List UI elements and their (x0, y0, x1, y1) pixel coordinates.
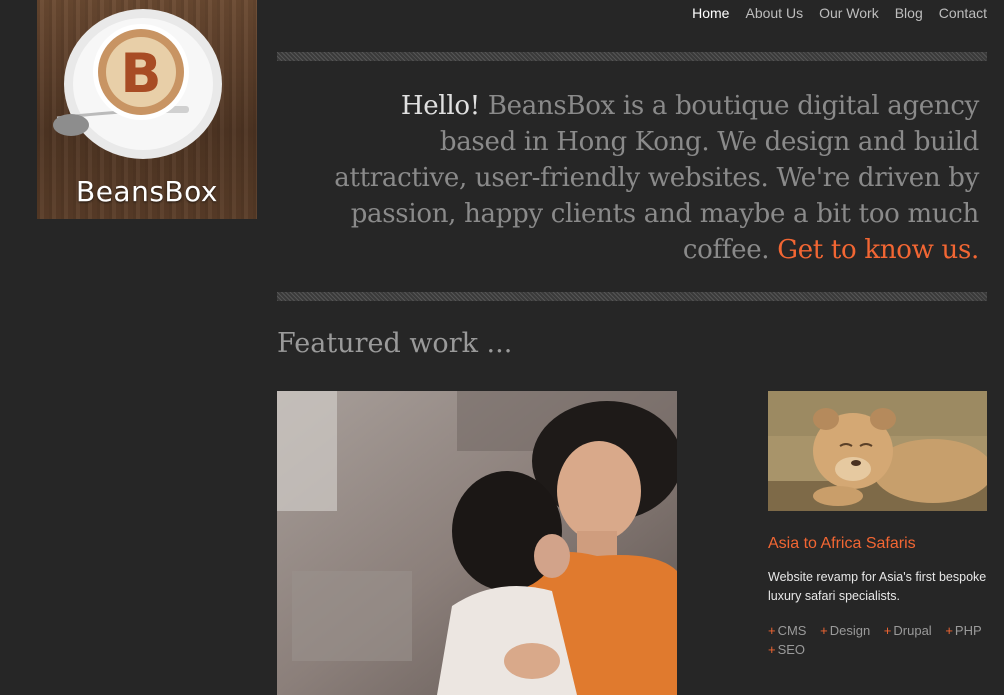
project-tags: + CMS + Design + Drupal + PHP + SEO (768, 621, 993, 659)
tag-php[interactable]: + PHP (945, 623, 981, 638)
hatched-divider (277, 292, 987, 301)
intro-hello: Hello! (400, 91, 480, 121)
plus-icon: + (820, 623, 828, 638)
project-description: Website revamp for Asia's first bespoke … (768, 570, 987, 603)
project-thumbnail[interactable] (768, 391, 987, 511)
hatched-divider (277, 52, 987, 61)
mother-baby-photo (277, 391, 677, 695)
logo-mark: B (120, 42, 161, 105)
nav-our-work[interactable]: Our Work (819, 5, 879, 21)
project-title-link[interactable]: Asia to Africa Safaris (768, 535, 916, 553)
get-to-know-us-link[interactable]: Get to know us. (777, 235, 979, 265)
lion-cub-photo (768, 391, 987, 511)
featured-heading: Featured work ... (277, 328, 513, 359)
plus-icon: + (768, 623, 776, 638)
main-nav: Home About Us Our Work Blog Contact (692, 5, 987, 21)
intro-text: Hello! BeansBox is a boutique digital ag… (330, 88, 979, 268)
tag-drupal[interactable]: + Drupal (884, 623, 932, 638)
plus-icon: + (883, 623, 892, 638)
featured-main-image[interactable] (277, 391, 677, 695)
nav-home[interactable]: Home (692, 5, 729, 21)
tag-seo[interactable]: + SEO (768, 642, 805, 657)
site-logo[interactable]: B BeansBox (37, 0, 257, 219)
nav-blog[interactable]: Blog (895, 5, 923, 21)
tag-cms[interactable]: + CMS (768, 623, 806, 638)
nav-about-us[interactable]: About Us (745, 5, 803, 21)
logo-text: BeansBox (76, 175, 218, 208)
tag-design[interactable]: + Design (820, 623, 870, 638)
plus-icon: + (768, 642, 776, 657)
nav-contact[interactable]: Contact (939, 5, 987, 21)
plus-icon: + (945, 623, 953, 638)
